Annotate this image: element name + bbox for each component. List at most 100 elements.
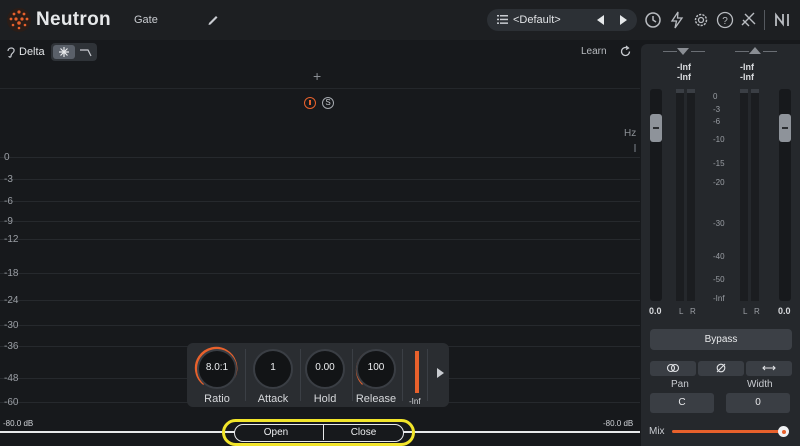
- neutron-logo: [7, 8, 31, 32]
- input-r-label: R: [690, 307, 696, 316]
- meter-scale-label: -20: [713, 178, 725, 187]
- db-scale-label: -6: [4, 196, 13, 207]
- output-r-label: R: [754, 307, 760, 316]
- stereo-link-icon: [666, 363, 680, 373]
- input-meter-left: [676, 89, 684, 301]
- grid-line: [0, 157, 640, 158]
- plugin-tools-icon[interactable]: [740, 11, 758, 29]
- meter-scale-label: -50: [713, 275, 725, 284]
- mix-slider-thumb[interactable]: [778, 426, 789, 437]
- input-fader-handle[interactable]: [650, 114, 662, 142]
- input-gain-value: 0.0: [649, 306, 662, 316]
- meter-scale-label: -10: [713, 135, 725, 144]
- output-peak: -Inf: [740, 62, 754, 72]
- db-scale-label: -48: [4, 373, 19, 384]
- wand-mode-icon[interactable]: [76, 45, 95, 59]
- ni-logo-icon[interactable]: [774, 11, 792, 29]
- width-field[interactable]: 0: [726, 393, 790, 413]
- meter-scale-label: -Inf: [713, 294, 725, 303]
- hold-label: Hold: [313, 393, 337, 405]
- grid-line: [0, 179, 640, 180]
- ratio-value: 8.0:1: [205, 362, 229, 373]
- db-scale-label: -36: [4, 341, 19, 352]
- attack-label: Attack: [257, 393, 289, 405]
- band-solo-button[interactable]: [304, 97, 316, 109]
- open-close-selector[interactable]: Open Close: [234, 424, 404, 442]
- meter-scale-label: -40: [713, 252, 725, 261]
- output-header-line: [735, 51, 749, 52]
- gain-reduction-label: -Inf: [409, 397, 421, 406]
- preset-selector[interactable]: <Default>: [487, 9, 637, 31]
- db-scale-label: -9: [4, 216, 13, 227]
- sub-bar: Delta Learn: [0, 40, 640, 64]
- list-icon: [497, 15, 508, 24]
- add-band-icon[interactable]: +: [313, 68, 321, 84]
- grid-line: [0, 273, 640, 274]
- graph-scrollbar[interactable]: [631, 144, 639, 434]
- detection-mode-toggle[interactable]: [51, 43, 97, 61]
- release-value: 100: [367, 362, 385, 373]
- output-meter-right: [751, 89, 759, 301]
- output-meter-left: [740, 89, 748, 301]
- panel-divider: [427, 349, 428, 401]
- io-panel: -Inf -Inf -Inf -Inf 0 -3 -6 -10 -15 -20 -30 -40…: [641, 44, 800, 446]
- burst-mode-icon[interactable]: [53, 45, 75, 59]
- next-arrow-icon[interactable]: [617, 14, 629, 26]
- hold-value: 0.00: [315, 362, 335, 373]
- ear-icon[interactable]: [6, 46, 16, 58]
- top-bar: Neutron Gate <Default> ?: [0, 0, 800, 40]
- open-button[interactable]: Open: [235, 425, 317, 440]
- meter-scale-label: -30: [713, 219, 725, 228]
- pan-field[interactable]: C: [650, 393, 714, 413]
- grid-line: [0, 300, 640, 301]
- output-fader-handle[interactable]: [779, 114, 791, 142]
- input-down-arrow-icon: [677, 48, 689, 55]
- hz-label: Hz: [624, 128, 637, 139]
- learn-refresh-icon[interactable]: [619, 45, 632, 58]
- stereo-options: [650, 361, 792, 376]
- grid-line: [0, 325, 640, 326]
- output-rms: -Inf: [740, 72, 754, 82]
- delta-label[interactable]: Delta: [19, 46, 45, 58]
- output-fader-track[interactable]: [779, 89, 791, 301]
- output-l-label: L: [743, 307, 748, 316]
- release-control[interactable]: 100 Release: [348, 343, 404, 407]
- attack-value: 1: [270, 362, 276, 373]
- input-header-line: [663, 51, 677, 52]
- mix-slider-track[interactable]: [672, 430, 784, 433]
- band-s-button[interactable]: S: [322, 97, 334, 109]
- gain-reduction-meter: [415, 351, 419, 393]
- phase-invert-icon: [716, 363, 726, 373]
- hold-control[interactable]: 0.00 Hold: [297, 343, 353, 407]
- input-fader-track[interactable]: [650, 89, 662, 301]
- width-label: Width: [747, 379, 773, 390]
- pencil-icon[interactable]: [206, 12, 220, 26]
- bypass-button[interactable]: Bypass: [650, 329, 792, 350]
- pan-label: Pan: [671, 379, 689, 390]
- swap-channels-button[interactable]: [746, 361, 792, 376]
- toolbar-separator: [764, 10, 765, 30]
- attack-control[interactable]: 1 Attack: [245, 343, 301, 407]
- db-scale-label: -12: [4, 234, 19, 245]
- output-header-line: [763, 51, 777, 52]
- expand-arrow-icon[interactable]: [435, 367, 445, 379]
- history-icon[interactable]: [644, 11, 662, 29]
- learn-button[interactable]: Learn: [581, 46, 607, 57]
- preset-name: <Default>: [513, 14, 561, 26]
- stereo-link-button[interactable]: [650, 361, 696, 376]
- gear-icon[interactable]: [692, 11, 710, 29]
- input-meter-right: [687, 89, 695, 301]
- lightning-icon[interactable]: [668, 11, 686, 29]
- help-icon[interactable]: ?: [716, 11, 734, 29]
- phase-invert-button[interactable]: [698, 361, 744, 376]
- db-scale-label: -30: [4, 320, 19, 331]
- input-l-label: L: [679, 307, 684, 316]
- app-name: Neutron: [36, 9, 111, 30]
- floor-left-label: -80.0 dB: [3, 419, 34, 428]
- close-button[interactable]: Close: [323, 425, 403, 440]
- swap-channels-icon: [762, 365, 776, 371]
- prev-arrow-icon[interactable]: [595, 14, 607, 26]
- meter-scale-label: -6: [713, 117, 721, 126]
- input-header-line: [691, 51, 705, 52]
- ratio-control[interactable]: 8.0:1 Ratio: [189, 343, 245, 407]
